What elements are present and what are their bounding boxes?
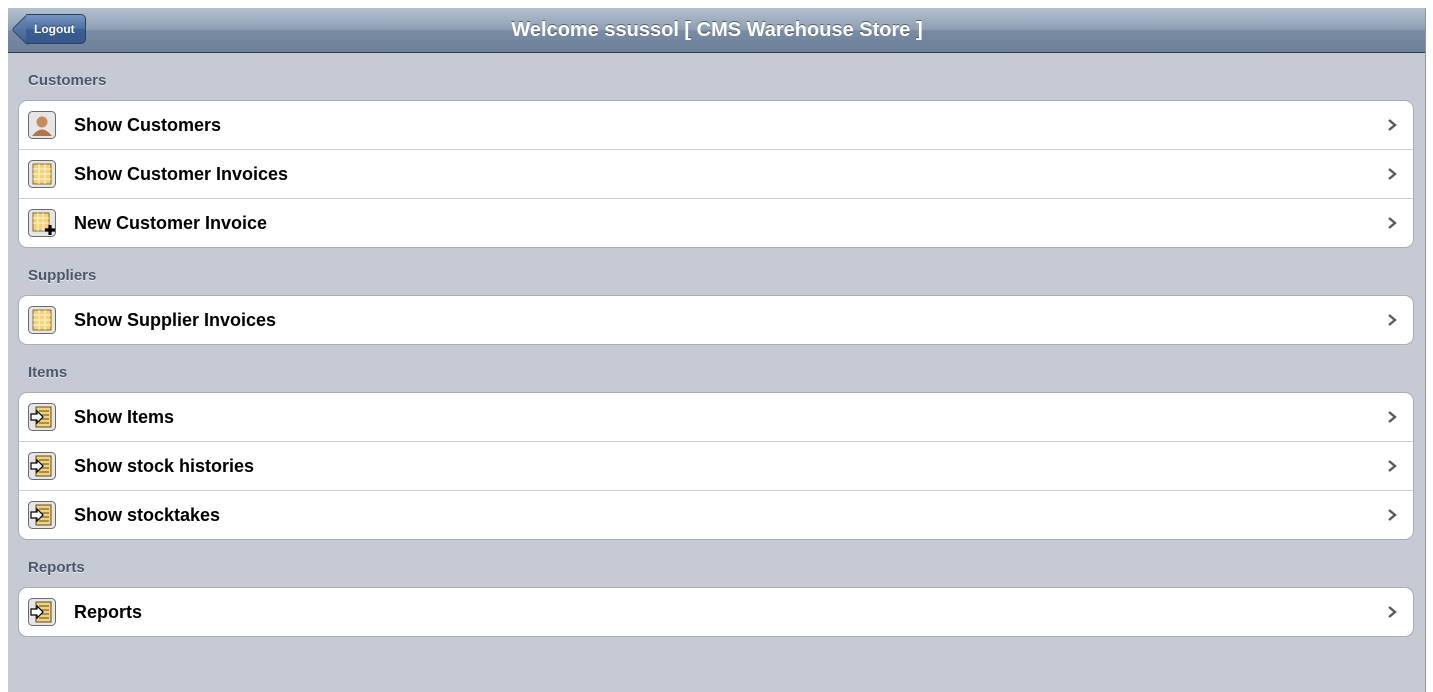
customers-group: Show Customers Show Customer Invoices Ne… bbox=[18, 100, 1414, 248]
chevron-right-icon bbox=[1388, 460, 1397, 472]
section-header-items: Items bbox=[28, 364, 68, 381]
document-arrow-icon bbox=[28, 403, 56, 431]
chevron-right-icon bbox=[1388, 606, 1397, 618]
invoice-add-icon bbox=[28, 209, 56, 237]
row-label: Show Items bbox=[74, 407, 175, 427]
chevron-right-icon bbox=[1388, 411, 1397, 423]
row-show-stock-histories[interactable]: Show stock histories bbox=[19, 441, 1413, 490]
items-group: Show Items Show stock histories Show sto… bbox=[18, 392, 1414, 540]
row-label: Show stocktakes bbox=[74, 505, 221, 525]
row-label: Show Customers bbox=[74, 115, 222, 135]
row-reports[interactable]: Reports bbox=[19, 588, 1413, 636]
chevron-right-icon bbox=[1388, 119, 1397, 131]
invoice-grid-icon bbox=[28, 160, 56, 188]
row-label: Show Supplier Invoices bbox=[74, 310, 277, 330]
row-show-customer-invoices[interactable]: Show Customer Invoices bbox=[19, 149, 1413, 198]
row-show-items[interactable]: Show Items bbox=[19, 393, 1413, 441]
row-show-customers[interactable]: Show Customers bbox=[19, 101, 1413, 149]
document-arrow-icon bbox=[28, 501, 56, 529]
navigation-bar: Welcome ssussol [ CMS Warehouse Store ] … bbox=[8, 8, 1426, 53]
row-label: Show Customer Invoices bbox=[74, 164, 289, 184]
reports-group: Reports bbox=[18, 587, 1414, 637]
section-header-customers: Customers bbox=[28, 72, 107, 89]
section-header-reports: Reports bbox=[28, 559, 85, 576]
row-label: Reports bbox=[74, 602, 143, 622]
row-show-supplier-invoices[interactable]: Show Supplier Invoices bbox=[19, 296, 1413, 344]
person-icon bbox=[28, 111, 56, 139]
page-title: Welcome ssussol [ CMS Warehouse Store ] bbox=[511, 19, 923, 41]
logout-button-label: Logout bbox=[26, 14, 86, 44]
document-arrow-icon bbox=[28, 452, 56, 480]
section-header-suppliers: Suppliers bbox=[28, 267, 97, 284]
row-new-customer-invoice[interactable]: New Customer Invoice bbox=[19, 198, 1413, 247]
document-arrow-icon bbox=[28, 598, 56, 626]
suppliers-group: Show Supplier Invoices bbox=[18, 295, 1414, 345]
chevron-right-icon bbox=[1388, 509, 1397, 521]
chevron-right-icon bbox=[1388, 217, 1397, 229]
invoice-grid-icon bbox=[28, 306, 56, 334]
chevron-right-icon bbox=[1388, 168, 1397, 180]
row-show-stocktakes[interactable]: Show stocktakes bbox=[19, 490, 1413, 539]
logout-button[interactable]: Logout bbox=[11, 13, 86, 46]
row-label: Show stock histories bbox=[74, 456, 255, 476]
app-window: Welcome ssussol [ CMS Warehouse Store ] … bbox=[8, 8, 1426, 692]
chevron-right-icon bbox=[1388, 314, 1397, 326]
row-label: New Customer Invoice bbox=[74, 213, 268, 233]
